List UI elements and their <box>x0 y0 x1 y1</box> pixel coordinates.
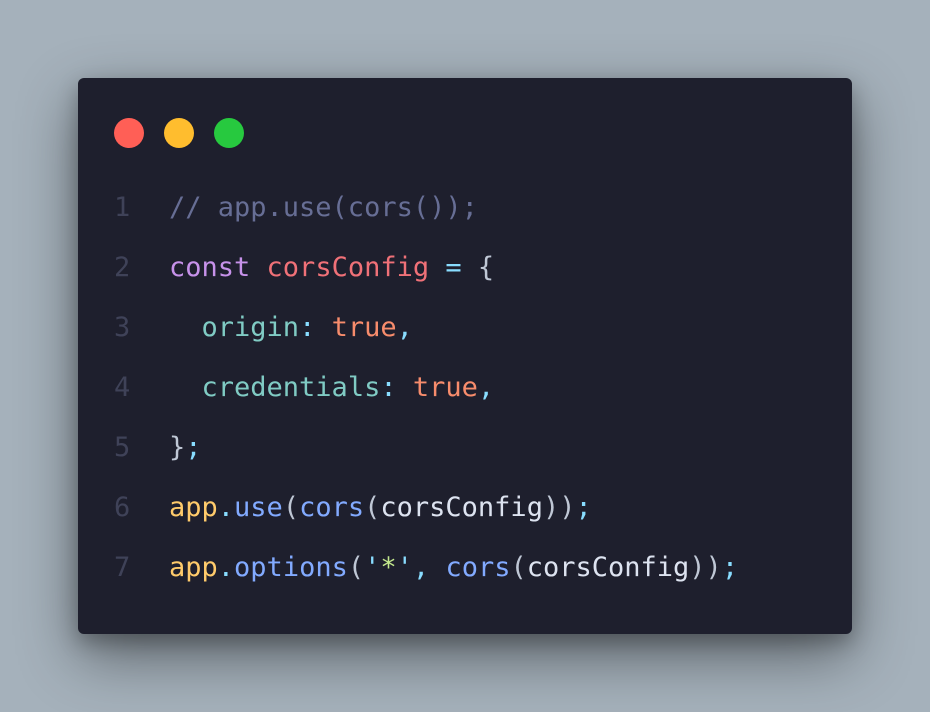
code-token: ' <box>364 552 381 583</box>
code-token: )) <box>542 492 576 523</box>
code-token: : <box>380 372 397 403</box>
code-token: , <box>477 372 495 403</box>
code-token: ; <box>575 492 592 523</box>
code-token: cors <box>445 552 511 583</box>
line-number: 3 <box>114 312 131 343</box>
code-window: 1 // app.use(cors()); 2 const corsConfig = … <box>78 78 852 634</box>
code-token: } <box>169 432 186 463</box>
code-token: . <box>217 492 235 523</box>
code-token: const <box>169 252 251 283</box>
code-token: // app.use(cors()); <box>169 192 478 223</box>
code-block: 1 // app.use(cors()); 2 const corsConfig = … <box>78 178 852 598</box>
close-dot-icon[interactable] <box>114 118 144 148</box>
code-line: 4 credentials: true, <box>78 358 852 418</box>
code-token: ( <box>510 552 527 583</box>
code-token: origin <box>201 312 300 343</box>
code-text: credentials: true, <box>169 358 495 418</box>
code-token: credentials <box>201 372 381 403</box>
code-text: const corsConfig = { <box>169 238 494 298</box>
code-token: true <box>412 372 478 403</box>
code-token: { <box>477 252 495 283</box>
code-token: app <box>169 492 218 523</box>
code-token: ' <box>396 552 413 583</box>
line-number: 7 <box>114 552 131 583</box>
line-number: 2 <box>114 252 131 283</box>
code-token: ( <box>282 492 300 523</box>
line-number: 4 <box>114 372 131 403</box>
code-token: , <box>396 312 413 343</box>
code-line: 2 const corsConfig = { <box>78 238 852 298</box>
code-text: // app.use(cors()); <box>169 178 478 238</box>
maximize-dot-icon[interactable] <box>214 118 244 148</box>
code-token: , <box>412 552 430 583</box>
code-token: ; <box>185 432 202 463</box>
code-token: ( <box>364 492 381 523</box>
code-token: cors <box>299 492 365 523</box>
code-token: true <box>331 312 397 343</box>
code-token: use <box>234 492 283 523</box>
code-token: = <box>445 252 462 283</box>
code-token: * <box>380 552 397 583</box>
code-token: app <box>169 552 218 583</box>
code-token: corsConfig <box>526 552 690 583</box>
code-text: }; <box>169 418 202 478</box>
code-token: ; <box>721 552 739 583</box>
code-line: 6 app.use(cors(corsConfig)); <box>78 478 852 538</box>
code-text: app.options('*', cors(corsConfig)); <box>169 538 738 598</box>
code-text: origin: true, <box>169 298 413 358</box>
code-token: options <box>234 552 348 583</box>
code-text: app.use(cors(corsConfig)); <box>169 478 592 538</box>
minimize-dot-icon[interactable] <box>164 118 194 148</box>
code-token: )) <box>689 552 722 583</box>
code-line: 5}; <box>78 418 852 478</box>
code-token: . <box>217 552 235 583</box>
code-token: : <box>299 312 316 343</box>
code-line: 1 // app.use(cors()); <box>78 178 852 238</box>
code-line: 3 origin: true, <box>78 298 852 358</box>
code-token: corsConfig <box>266 252 430 283</box>
line-number: 5 <box>114 432 131 463</box>
line-number: 1 <box>114 192 131 223</box>
line-number: 6 <box>114 492 131 523</box>
code-token: corsConfig <box>380 492 543 523</box>
code-line: 7 app.options('*', cors(corsConfig)); <box>78 538 852 598</box>
code-token: ( <box>347 552 365 583</box>
